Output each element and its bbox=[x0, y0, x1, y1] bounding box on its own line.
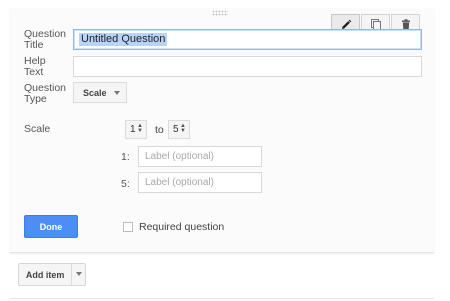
drag-handle-icon[interactable] bbox=[212, 10, 228, 16]
divider bbox=[10, 298, 434, 299]
scale-low-label-field[interactable] bbox=[138, 146, 262, 167]
required-checkbox[interactable] bbox=[123, 222, 133, 232]
scale-to-select[interactable]: 5 ▲ ▼ bbox=[168, 120, 190, 139]
help-text-field[interactable] bbox=[73, 56, 422, 77]
question-type-select[interactable]: Scale bbox=[73, 82, 127, 103]
chevron-down-icon bbox=[76, 272, 82, 276]
question-type-label: Question Type bbox=[24, 82, 67, 105]
help-text-label: Help Text bbox=[24, 55, 46, 78]
question-title-value[interactable]: Untitled Question bbox=[79, 33, 168, 46]
add-item-button[interactable]: Add item bbox=[19, 264, 73, 285]
scale-from-select[interactable]: 1 ▲ ▼ bbox=[125, 120, 147, 139]
stepper-arrows-icon: ▲ ▼ bbox=[180, 123, 186, 134]
scale-to-text: to bbox=[155, 124, 164, 136]
question-title-label: Question Title bbox=[24, 28, 67, 51]
chevron-down-icon bbox=[114, 91, 120, 95]
add-item-control: Add item bbox=[18, 263, 86, 286]
scale-low-prefix: 1: bbox=[121, 151, 130, 163]
stepper-arrows-icon: ▲ ▼ bbox=[137, 123, 143, 134]
scale-to-value: 5 bbox=[173, 124, 179, 135]
required-question-label[interactable]: Required question bbox=[139, 221, 224, 233]
scale-from-value: 1 bbox=[130, 124, 136, 135]
add-item-dropdown-button[interactable] bbox=[72, 264, 85, 285]
question-type-value: Scale bbox=[83, 87, 107, 98]
scale-high-prefix: 5: bbox=[121, 178, 130, 190]
scale-high-label-field[interactable] bbox=[138, 172, 262, 193]
done-button[interactable]: Done bbox=[24, 215, 78, 238]
scale-label: Scale bbox=[24, 123, 51, 135]
